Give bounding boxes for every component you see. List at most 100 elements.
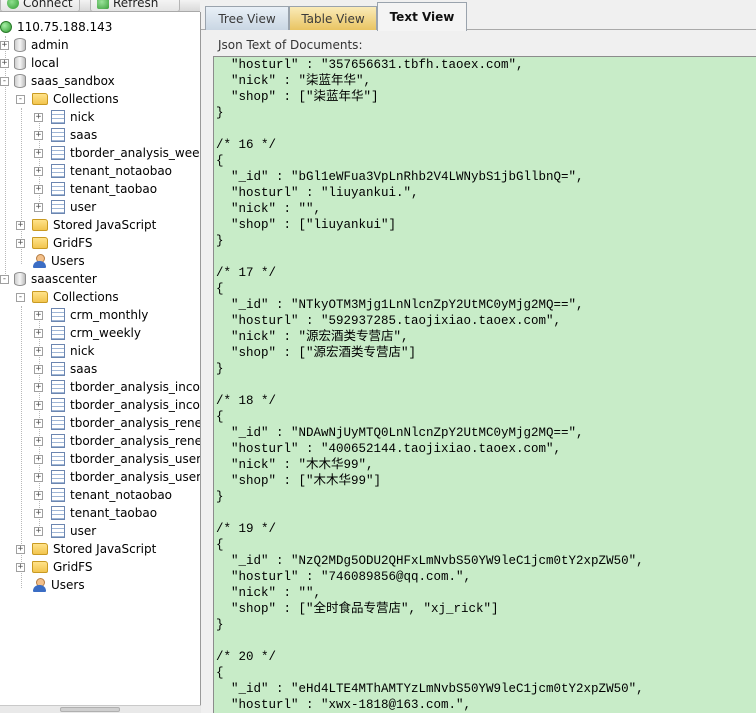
expand-collection[interactable]: + xyxy=(34,149,43,158)
expand-collection[interactable]: + xyxy=(34,419,43,428)
db-node-admin[interactable]: admin xyxy=(14,36,69,54)
collection-label: tborder_analysis_user_m xyxy=(70,452,201,466)
collection-item[interactable]: tenant_notaobao xyxy=(51,162,172,180)
code-line: /* 17 */ xyxy=(216,266,277,280)
expand-collection[interactable]: + xyxy=(34,347,43,356)
folder-icon xyxy=(32,93,48,105)
code-line: "_id" : "NTkyOTM3Mjg1LnNlcnZpY2UtMC0yMjg… xyxy=(216,298,584,312)
expand-collection[interactable]: + xyxy=(34,167,43,176)
expand-collection[interactable]: + xyxy=(34,203,43,212)
db-label: local xyxy=(31,56,59,70)
collection-label: tborder_analysis_renewa xyxy=(70,434,200,448)
expand-collection[interactable]: + xyxy=(34,113,43,122)
collapse-saas-sandbox[interactable]: - xyxy=(0,77,9,86)
tree-horizontal-scrollbar[interactable] xyxy=(0,705,201,713)
stored-js-node[interactable]: Stored JavaScript xyxy=(32,216,156,234)
table-icon xyxy=(51,110,65,124)
expand-collection[interactable]: + xyxy=(34,437,43,446)
collection-item[interactable]: nick xyxy=(51,342,95,360)
expand-collection[interactable]: + xyxy=(34,527,43,536)
code-line: "shop" : ["柒蓝年华"] xyxy=(216,90,379,104)
collection-item[interactable]: saas xyxy=(51,360,97,378)
collections-node[interactable]: Collections xyxy=(32,288,119,306)
table-icon xyxy=(51,470,65,484)
expand-stored-js[interactable]: + xyxy=(16,545,25,554)
collection-label: tenant_notaobao xyxy=(70,488,173,502)
collection-item[interactable]: tborder_analysis_user_we xyxy=(51,468,200,486)
expand-stored-js[interactable]: + xyxy=(16,221,25,230)
expand-collection[interactable]: + xyxy=(34,311,43,320)
collections-node[interactable]: Collections xyxy=(32,90,119,108)
folder-icon xyxy=(32,237,48,249)
table-icon xyxy=(51,524,65,538)
refresh-button[interactable]: Refresh xyxy=(90,0,180,11)
json-text-editor[interactable]: "hosturl" : "357656631.tbfh.taoex.com", … xyxy=(213,56,756,713)
db-node-local[interactable]: local xyxy=(14,54,59,72)
collection-item[interactable]: tenant_taobao xyxy=(51,180,157,198)
collapse-saascenter[interactable]: - xyxy=(0,275,9,284)
tab-text-view[interactable]: Text View xyxy=(377,2,467,31)
collection-item[interactable]: saas xyxy=(51,126,97,144)
expand-collection[interactable]: + xyxy=(34,401,43,410)
expand-gridfs[interactable]: + xyxy=(16,563,25,572)
stored-js-node[interactable]: Stored JavaScript xyxy=(32,540,156,558)
expand-collection[interactable]: + xyxy=(34,185,43,194)
collection-item[interactable]: tenant_taobao xyxy=(51,504,157,522)
collection-item[interactable]: tborder_analysis_weekly xyxy=(51,144,200,162)
table-icon xyxy=(51,416,65,430)
table-icon xyxy=(51,380,65,394)
collapse-collections[interactable]: - xyxy=(16,95,25,104)
collection-item[interactable]: nick xyxy=(51,108,95,126)
expand-collection[interactable]: + xyxy=(34,473,43,482)
code-line: /* 20 */ xyxy=(216,650,277,664)
connect-button[interactable]: Connect xyxy=(0,0,80,11)
code-line: /* 16 */ xyxy=(216,138,277,152)
collection-item[interactable]: crm_monthly xyxy=(51,306,148,324)
code-line: "hosturl" : "liuyankui.", xyxy=(216,186,419,200)
db-node-saascenter[interactable]: saascenter xyxy=(14,270,97,288)
users-icon xyxy=(32,578,46,592)
expand-admin[interactable]: + xyxy=(0,41,9,50)
users-node[interactable]: Users xyxy=(32,252,85,270)
code-line: } xyxy=(216,106,224,120)
expand-local[interactable]: + xyxy=(0,59,9,68)
expand-collection[interactable]: + xyxy=(34,509,43,518)
collection-item[interactable]: user xyxy=(51,522,96,540)
users-node[interactable]: Users xyxy=(32,576,85,594)
table-icon xyxy=(51,434,65,448)
expand-collection[interactable]: + xyxy=(34,365,43,374)
collection-item[interactable]: user xyxy=(51,198,96,216)
server-node[interactable]: 110.75.188.143 xyxy=(0,18,112,36)
collection-item[interactable]: tborder_analysis_renewa xyxy=(51,414,200,432)
collection-item[interactable]: tborder_analysis_renewa xyxy=(51,432,200,450)
code-line: "hosturl" : "746089856@qq.com.", xyxy=(216,570,472,584)
gridfs-node[interactable]: GridFS xyxy=(32,558,93,576)
document-pane: Tree View Table View Text View Json Text… xyxy=(201,0,756,713)
collection-label: saas xyxy=(70,362,98,376)
scrollbar-thumb[interactable] xyxy=(60,707,120,712)
collection-item[interactable]: tenant_notaobao xyxy=(51,486,172,504)
db-label: saas_sandbox xyxy=(31,74,115,88)
tab-table-view[interactable]: Table View xyxy=(289,6,377,30)
expand-collection[interactable]: + xyxy=(34,491,43,500)
tab-tree-view[interactable]: Tree View xyxy=(205,6,289,30)
gridfs-node[interactable]: GridFS xyxy=(32,234,93,252)
collection-item[interactable]: tborder_analysis_income xyxy=(51,396,200,414)
collection-label: user xyxy=(70,524,97,538)
collection-item[interactable]: tborder_analysis_user_m xyxy=(51,450,201,468)
code-line: "_id" : "bGl1eWFua3VpLnRhb2V4LWNybS1jbGl… xyxy=(216,170,584,184)
expand-collection[interactable]: + xyxy=(34,131,43,140)
expand-collection[interactable]: + xyxy=(34,455,43,464)
table-icon xyxy=(51,164,65,178)
expand-gridfs[interactable]: + xyxy=(16,239,25,248)
collection-item[interactable]: crm_weekly xyxy=(51,324,141,342)
json-text-label: Json Text of Documents: xyxy=(218,38,363,52)
db-node-saas-sandbox[interactable]: saas_sandbox xyxy=(14,72,115,90)
expand-collection[interactable]: + xyxy=(34,329,43,338)
expand-collection[interactable]: + xyxy=(34,383,43,392)
server-label: 110.75.188.143 xyxy=(17,20,113,34)
collection-item[interactable]: tborder_analysis_income xyxy=(51,378,200,396)
collapse-collections[interactable]: - xyxy=(16,293,25,302)
